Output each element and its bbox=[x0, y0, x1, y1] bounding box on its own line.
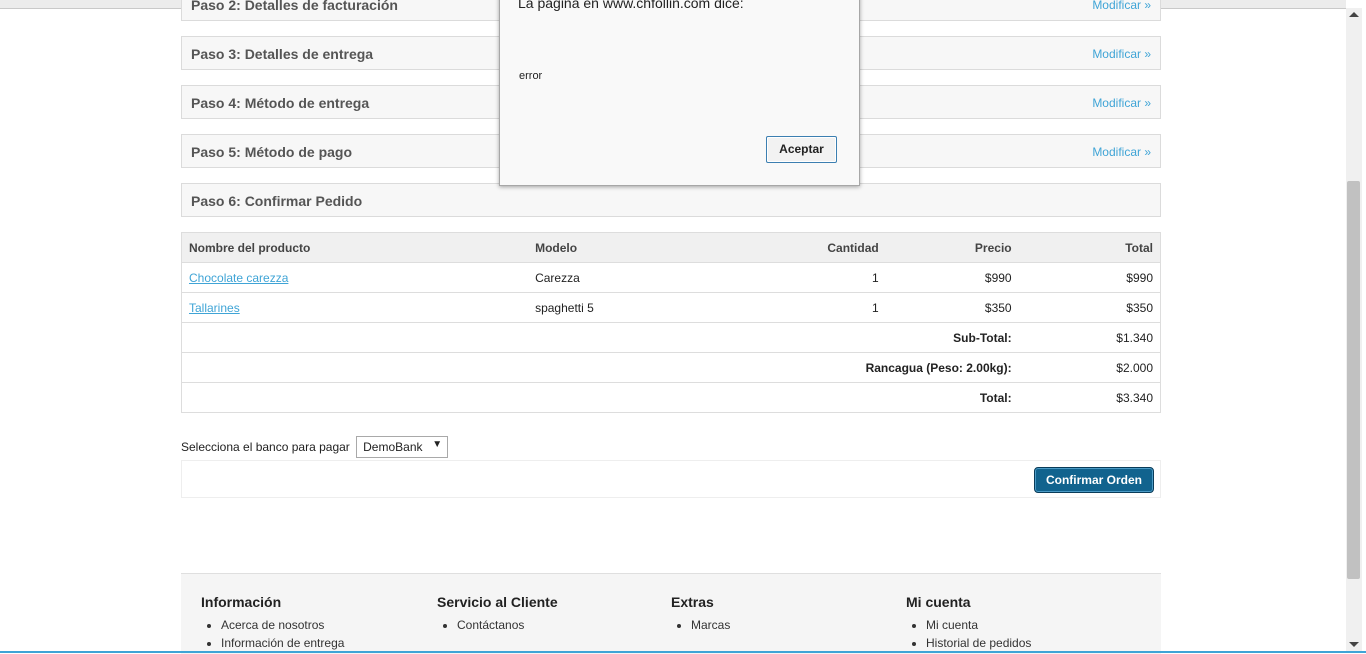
product-link[interactable]: Tallarines bbox=[189, 301, 240, 315]
product-link[interactable]: Chocolate carezza bbox=[189, 271, 288, 285]
footer-link[interactable]: Historial de pedidos bbox=[926, 636, 1031, 650]
bank-select-value: DemoBank bbox=[363, 440, 423, 454]
bank-selector: Selecciona el banco para pagar DemoBank … bbox=[181, 436, 449, 458]
table-row: Chocolate carezza Carezza 1 $990 $990 bbox=[181, 262, 1161, 293]
subtotal-value: $1.340 bbox=[1018, 322, 1161, 353]
modify-link[interactable]: Modificar » bbox=[1092, 145, 1151, 159]
footer-link[interactable]: Marcas bbox=[691, 618, 730, 632]
total-value: $3.340 bbox=[1018, 382, 1161, 413]
shipping-row: Rancagua (Peso: 2.00kg): $2.000 bbox=[180, 352, 1161, 383]
header-price: Precio bbox=[885, 232, 1019, 263]
table-row: Tallarines spaghetti 5 1 $350 $350 bbox=[181, 292, 1161, 323]
footer-column-extras: Extras Marcas bbox=[671, 594, 730, 636]
shipping-value: $2.000 bbox=[1018, 352, 1161, 383]
bank-select[interactable]: DemoBank ▼ bbox=[356, 436, 449, 458]
dialog-title: La página en www.chfollin.com dice: bbox=[518, 0, 744, 11]
product-total: $990 bbox=[1018, 262, 1161, 293]
accept-button[interactable]: Aceptar bbox=[766, 136, 837, 163]
step-title: Paso 5: Método de pago bbox=[191, 144, 353, 160]
footer-heading: Servicio al Cliente bbox=[437, 594, 558, 610]
step-title: Paso 4: Método de entrega bbox=[191, 95, 370, 111]
footer-link[interactable]: Acerca de nosotros bbox=[221, 618, 344, 632]
step-confirm-order: Paso 6: Confirmar Pedido bbox=[181, 183, 1161, 217]
bank-label: Selecciona el banco para pagar bbox=[181, 440, 350, 454]
subtotal-label: Sub-Total: bbox=[180, 322, 1019, 353]
header-quantity: Cantidad bbox=[717, 232, 886, 263]
scrollbar-thumb[interactable] bbox=[1347, 181, 1360, 579]
footer-heading: Mi cuenta bbox=[906, 594, 971, 610]
header-model: Modelo bbox=[528, 232, 718, 263]
footer-column-info: Información Acerca de nosotros Informaci… bbox=[201, 594, 344, 654]
product-price: $350 bbox=[885, 292, 1019, 323]
product-quantity: 1 bbox=[717, 262, 886, 293]
total-label: Total: bbox=[180, 382, 1019, 413]
scroll-down-arrow-icon[interactable] bbox=[1349, 642, 1359, 647]
footer-link[interactable]: Contáctanos bbox=[457, 618, 558, 632]
vertical-scrollbar[interactable] bbox=[1346, 8, 1362, 653]
confirm-order-button[interactable]: Confirmar Orden bbox=[1033, 467, 1154, 493]
footer-column-service: Servicio al Cliente Contáctanos bbox=[437, 594, 558, 636]
alert-dialog: La página en www.chfollin.com dice: erro… bbox=[499, 0, 860, 186]
product-total: $350 bbox=[1018, 292, 1161, 323]
total-row: Total: $3.340 bbox=[180, 382, 1161, 413]
header-total: Total bbox=[1018, 232, 1161, 263]
modify-link[interactable]: Modificar » bbox=[1092, 47, 1151, 61]
shipping-label: Rancagua (Peso: 2.00kg): bbox=[180, 352, 1019, 383]
step-title: Paso 6: Confirmar Pedido bbox=[191, 193, 363, 209]
footer-heading: Información bbox=[201, 594, 282, 610]
subtotal-row: Sub-Total: $1.340 bbox=[180, 322, 1161, 353]
buttons-bar: Confirmar Orden bbox=[181, 460, 1161, 498]
order-table: Nombre del producto Modelo Cantidad Prec… bbox=[180, 232, 1161, 413]
footer-link[interactable]: Mi cuenta bbox=[926, 618, 1031, 632]
footer: Información Acerca de nosotros Informaci… bbox=[181, 573, 1161, 654]
step-title: Paso 3: Detalles de entrega bbox=[191, 46, 374, 62]
product-price: $990 bbox=[885, 262, 1019, 293]
header-product-name: Nombre del producto bbox=[181, 232, 529, 263]
product-model: spaghetti 5 bbox=[528, 292, 718, 323]
footer-link[interactable]: Información de entrega bbox=[221, 636, 344, 650]
dropdown-arrow-icon: ▼ bbox=[432, 439, 443, 450]
step-title: Paso 2: Detalles de facturación bbox=[191, 0, 398, 13]
product-model: Carezza bbox=[528, 262, 718, 293]
modify-link[interactable]: Modificar » bbox=[1092, 0, 1151, 12]
dialog-message: error bbox=[519, 70, 543, 82]
footer-heading: Extras bbox=[671, 594, 714, 610]
scroll-up-arrow-icon[interactable] bbox=[1349, 12, 1359, 17]
product-quantity: 1 bbox=[717, 292, 886, 323]
table-header-row: Nombre del producto Modelo Cantidad Prec… bbox=[181, 232, 1161, 263]
footer-column-account: Mi cuenta Mi cuenta Historial de pedidos bbox=[906, 594, 1031, 654]
modify-link[interactable]: Modificar » bbox=[1092, 96, 1151, 110]
